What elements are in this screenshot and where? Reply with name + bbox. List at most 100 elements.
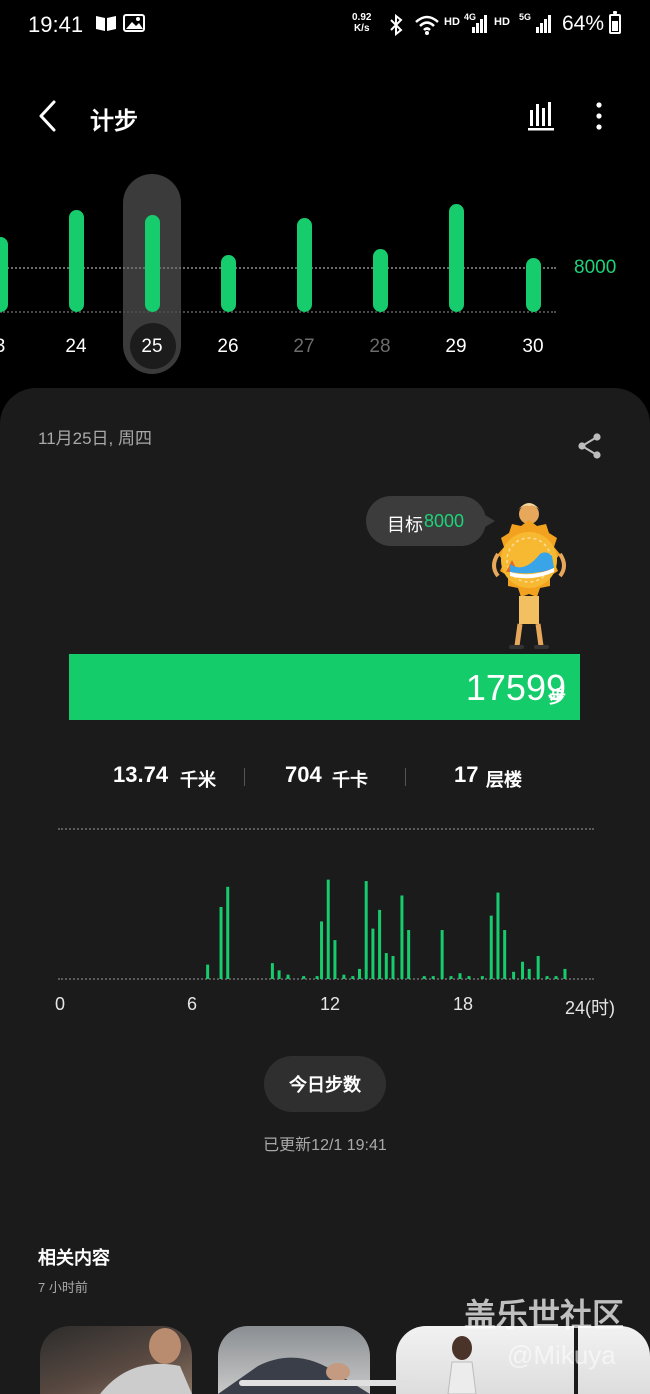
target-value: 8000 [574,257,617,278]
stat-divider [405,768,406,786]
baseline [0,311,556,313]
day-bar-24[interactable] [68,210,84,312]
hourly-bar [554,976,558,979]
floors-value: 17 [454,762,479,787]
day-bar-27[interactable] [296,217,312,312]
hourly-bar [315,976,319,979]
goal-label: 目标 [387,515,423,535]
more-vertical-icon [596,102,602,130]
hourly-bar [527,968,531,979]
hourly-bar [358,968,361,979]
hourly-bar [503,930,507,979]
calories-unit: 千卡 [332,770,368,790]
hourly-bar [512,971,516,979]
hourly-bar [364,881,368,979]
hd-indicator: HD [444,16,460,28]
hourly-steps-chart [206,879,567,979]
hourly-bar [351,976,355,979]
day-label-24[interactable]: 24 [51,336,101,358]
hourly-bar [333,940,337,979]
hourly-bar [206,964,210,979]
related-content-time: 7 小时前 [38,1280,88,1295]
battery-icon [609,11,621,34]
back-arrow-icon [39,100,56,132]
home-indicator[interactable] [239,1380,411,1386]
related-content-title: 相关内容 [38,1248,110,1268]
hour-tick-label: 0 [55,994,66,1014]
day-bar-3[interactable] [0,237,8,312]
day-bar-28[interactable] [372,249,388,312]
share-button[interactable] [574,430,606,462]
hourly-bar [342,974,346,979]
battery-percent: 64% [562,12,605,35]
day-bar-29[interactable] [448,204,464,312]
wifi-icon [415,15,439,35]
more-options-button[interactable] [584,96,614,136]
hourly-bar [407,930,411,979]
distance-value: 13.74 [113,762,169,787]
hourly-bar [378,909,382,979]
hourly-bar [226,886,230,979]
status-time: 19:41 [28,12,84,37]
day-label-3[interactable]: 3 [0,336,25,358]
hourly-bar [496,892,500,979]
hourly-bar [400,895,404,979]
hourly-bar [320,921,324,979]
day-bar-26[interactable] [220,255,236,312]
bar-chart-icon [528,102,554,131]
watermark-user: @Mikuya [507,1340,616,1370]
back-button[interactable] [32,94,72,138]
day-label-26[interactable]: 26 [203,336,253,358]
day-label-25[interactable]: 25 [127,336,177,358]
hourly-bar [480,976,484,979]
share-icon [578,433,601,459]
hourly-bar [545,976,549,979]
hourly-chart-top-line [58,828,594,830]
hour-tick-label: 24(时) [565,998,616,1018]
achievement-mascot-icon [492,503,566,649]
day-label-30[interactable]: 30 [508,336,558,358]
hourly-bar [371,928,375,979]
hourly-bar [422,976,426,979]
distance-unit: 千米 [180,770,216,790]
day-bar-25[interactable] [144,214,160,312]
trends-button[interactable] [522,96,562,136]
hourly-bar [270,963,274,979]
day-bar-30[interactable] [525,258,541,312]
goal-value: 8000 [424,511,465,531]
date-label: 11月25日, 周四 [38,429,153,448]
hourly-bar [431,976,435,979]
hd-indicator-2: HD [494,16,510,28]
workout-photo-icon [100,1328,192,1394]
hourly-bar [458,973,462,979]
day-label-29[interactable]: 29 [431,336,481,358]
page-title: 计步 [90,108,138,135]
hourly-bar [440,930,444,979]
signal-1-icon [472,15,487,33]
hourly-bar [449,976,453,979]
bluetooth-icon [390,14,403,36]
hourly-bar [326,879,330,979]
hourly-bar [391,955,395,979]
hourly-bar [219,907,223,979]
5g-indicator: 5G [519,12,532,22]
hourly-bar [536,955,540,979]
hourly-bar [277,970,281,979]
stat-divider [244,768,245,786]
day-label-28[interactable]: 28 [355,336,405,358]
hour-tick-label: 18 [453,994,474,1014]
hourly-bar [467,976,471,979]
last-updated: 已更新12/1 19:41 [263,1137,387,1154]
calories-value: 704 [285,762,322,787]
day-label-27[interactable]: 27 [279,336,329,358]
hourly-bar [286,974,290,979]
hourly-bar [521,961,525,979]
gallery-notification-icon [123,14,145,32]
related-thumbnail-1[interactable] [40,1326,192,1394]
today-steps-button[interactable]: 今日步数 [264,1056,386,1112]
hour-tick-label: 6 [187,994,198,1014]
watermark-community: 盖乐世社区 [464,1297,625,1333]
steps-unit: 步 [549,688,566,707]
network-speed: 0.92 K/s [352,12,372,34]
hourly-bar [384,953,388,979]
